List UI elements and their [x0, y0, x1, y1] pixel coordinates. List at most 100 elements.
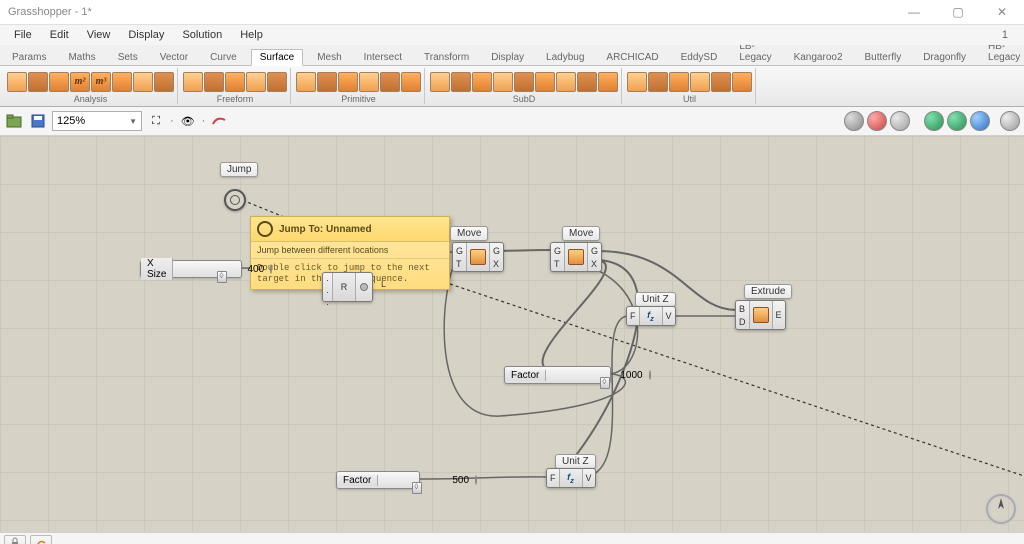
- ribbon-icon[interactable]: [493, 72, 513, 92]
- move1-component[interactable]: GT GX: [452, 242, 504, 272]
- ribbon-icon[interactable]: [154, 72, 174, 92]
- tab-dragonfly[interactable]: Dragonfly: [915, 50, 974, 65]
- ribbon-icon[interactable]: [669, 72, 689, 92]
- blue-orb-icon[interactable]: [970, 111, 990, 131]
- factor1-slider[interactable]: Factor1000: [504, 366, 611, 384]
- extrude-icon: [753, 307, 769, 323]
- preview-icon[interactable]: 👁: [178, 111, 198, 131]
- tab-sets[interactable]: Sets: [110, 50, 146, 65]
- menu-display[interactable]: Display: [120, 27, 172, 43]
- ribbon-icon[interactable]: [267, 72, 287, 92]
- minimize-button[interactable]: —: [892, 0, 936, 24]
- ribbon-icon[interactable]: [627, 72, 647, 92]
- tab-vector[interactable]: Vector: [152, 50, 196, 65]
- ribbon-icon[interactable]: [7, 72, 27, 92]
- move-icon: [470, 249, 486, 265]
- window-title: Grasshopper - 1*: [8, 6, 92, 18]
- tab-maths[interactable]: Maths: [60, 50, 103, 65]
- ribbon-icon[interactable]: [317, 72, 337, 92]
- maximize-button[interactable]: ▢: [936, 0, 980, 24]
- ribbon-group-label: Freeform: [217, 95, 254, 104]
- tab-mesh[interactable]: Mesh: [309, 50, 349, 65]
- open-icon[interactable]: [4, 111, 24, 131]
- close-button[interactable]: ✕: [980, 0, 1024, 24]
- jump-node[interactable]: [224, 189, 246, 211]
- ribbon-icon[interactable]: [338, 72, 358, 92]
- xsize-slider[interactable]: X Size400: [140, 260, 242, 278]
- zoom-extents-icon[interactable]: ⛶: [146, 111, 166, 131]
- tab-butterfly[interactable]: Butterfly: [857, 50, 910, 65]
- ribbon-icon[interactable]: [296, 72, 316, 92]
- move2-tag: Move: [562, 226, 600, 241]
- ribbon-icon[interactable]: [556, 72, 576, 92]
- move2-component[interactable]: GT GX: [550, 242, 602, 272]
- tab-intersect[interactable]: Intersect: [356, 50, 410, 65]
- ribbon-icon[interactable]: [577, 72, 597, 92]
- menu-file[interactable]: File: [6, 27, 40, 43]
- ribbon-icon[interactable]: [732, 72, 752, 92]
- extrude-component[interactable]: BD E: [735, 300, 786, 330]
- ribbon-icon[interactable]: [535, 72, 555, 92]
- tab-display[interactable]: Display: [483, 50, 532, 65]
- tab-kangaroo2[interactable]: Kangaroo2: [786, 50, 851, 65]
- ribbon-icon[interactable]: [451, 72, 471, 92]
- ribbon-icon[interactable]: [183, 72, 203, 92]
- tab-params[interactable]: Params: [4, 50, 54, 65]
- ribbon-group-label: Analysis: [74, 95, 108, 104]
- ribbon-icon[interactable]: [598, 72, 618, 92]
- lock-button[interactable]: [4, 535, 26, 544]
- bottom-toolbar: [0, 532, 1024, 544]
- ribbon-icon[interactable]: [133, 72, 153, 92]
- ribbon-group-label: Primitive: [341, 95, 376, 104]
- menu-help[interactable]: Help: [232, 27, 271, 43]
- ribbon-icon[interactable]: [28, 72, 48, 92]
- ribbon-icon[interactable]: m³: [91, 72, 111, 92]
- ribbon-icon[interactable]: [112, 72, 132, 92]
- tab-archicad[interactable]: ARCHICAD: [598, 50, 666, 65]
- menu-edit[interactable]: Edit: [42, 27, 77, 43]
- move-icon: [568, 249, 584, 265]
- grey-orb-icon[interactable]: [1000, 111, 1020, 131]
- save-icon[interactable]: [28, 111, 48, 131]
- ribbon-icon[interactable]: [380, 72, 400, 92]
- ribbon-icon[interactable]: [225, 72, 245, 92]
- toolbar: 125%▼ ⛶ · 👁 ·: [0, 107, 1024, 136]
- wireframe-preview-icon[interactable]: [867, 111, 887, 131]
- compass-icon[interactable]: [984, 492, 1018, 526]
- sketch-button[interactable]: [30, 535, 52, 544]
- tab-curve[interactable]: Curve: [202, 50, 245, 65]
- ribbon-icon[interactable]: [690, 72, 710, 92]
- ribbon-icon[interactable]: m²: [70, 72, 90, 92]
- menu-solution[interactable]: Solution: [174, 27, 230, 43]
- canvas[interactable]: Jump Jump To: Unnamed Jump between diffe…: [0, 136, 1024, 532]
- ribbon: m²m³AnalysisFreeformPrimitiveSubDUtil: [0, 66, 1024, 107]
- sketch-icon[interactable]: [209, 111, 229, 131]
- green-orb2-icon[interactable]: [947, 111, 967, 131]
- tab-eddysd[interactable]: EddySD: [673, 50, 726, 65]
- ribbon-tabs: Params Maths Sets Vector Curve Surface Mesh Int…: [0, 45, 1024, 66]
- ribbon-icon[interactable]: [430, 72, 450, 92]
- ribbon-icon[interactable]: [648, 72, 668, 92]
- unitz2-tag: Unit Z: [555, 454, 596, 469]
- factor2-slider[interactable]: Factor500: [336, 471, 420, 489]
- rectangle-component[interactable]: ··· R L: [322, 272, 373, 302]
- ribbon-icon[interactable]: [204, 72, 224, 92]
- ribbon-icon[interactable]: [49, 72, 69, 92]
- ribbon-icon[interactable]: [711, 72, 731, 92]
- ribbon-icon[interactable]: [401, 72, 421, 92]
- tab-surface[interactable]: Surface: [251, 49, 303, 66]
- ribbon-icon[interactable]: [359, 72, 379, 92]
- shaded-preview-icon[interactable]: [844, 111, 864, 131]
- green-orb-icon[interactable]: [924, 111, 944, 131]
- no-preview-icon[interactable]: [890, 111, 910, 131]
- unitz1-component[interactable]: F fz V: [626, 306, 676, 326]
- zoom-combo[interactable]: 125%▼: [52, 111, 142, 131]
- unitz2-component[interactable]: F fz V: [546, 468, 596, 488]
- tab-transform[interactable]: Transform: [416, 50, 477, 65]
- tab-ladybug[interactable]: Ladybug: [538, 50, 592, 65]
- ribbon-icon[interactable]: [472, 72, 492, 92]
- menu-view[interactable]: View: [79, 27, 119, 43]
- ribbon-icon[interactable]: [514, 72, 534, 92]
- ribbon-icon[interactable]: [246, 72, 266, 92]
- menubar: FileEditViewDisplaySolutionHelp1: [0, 25, 1024, 45]
